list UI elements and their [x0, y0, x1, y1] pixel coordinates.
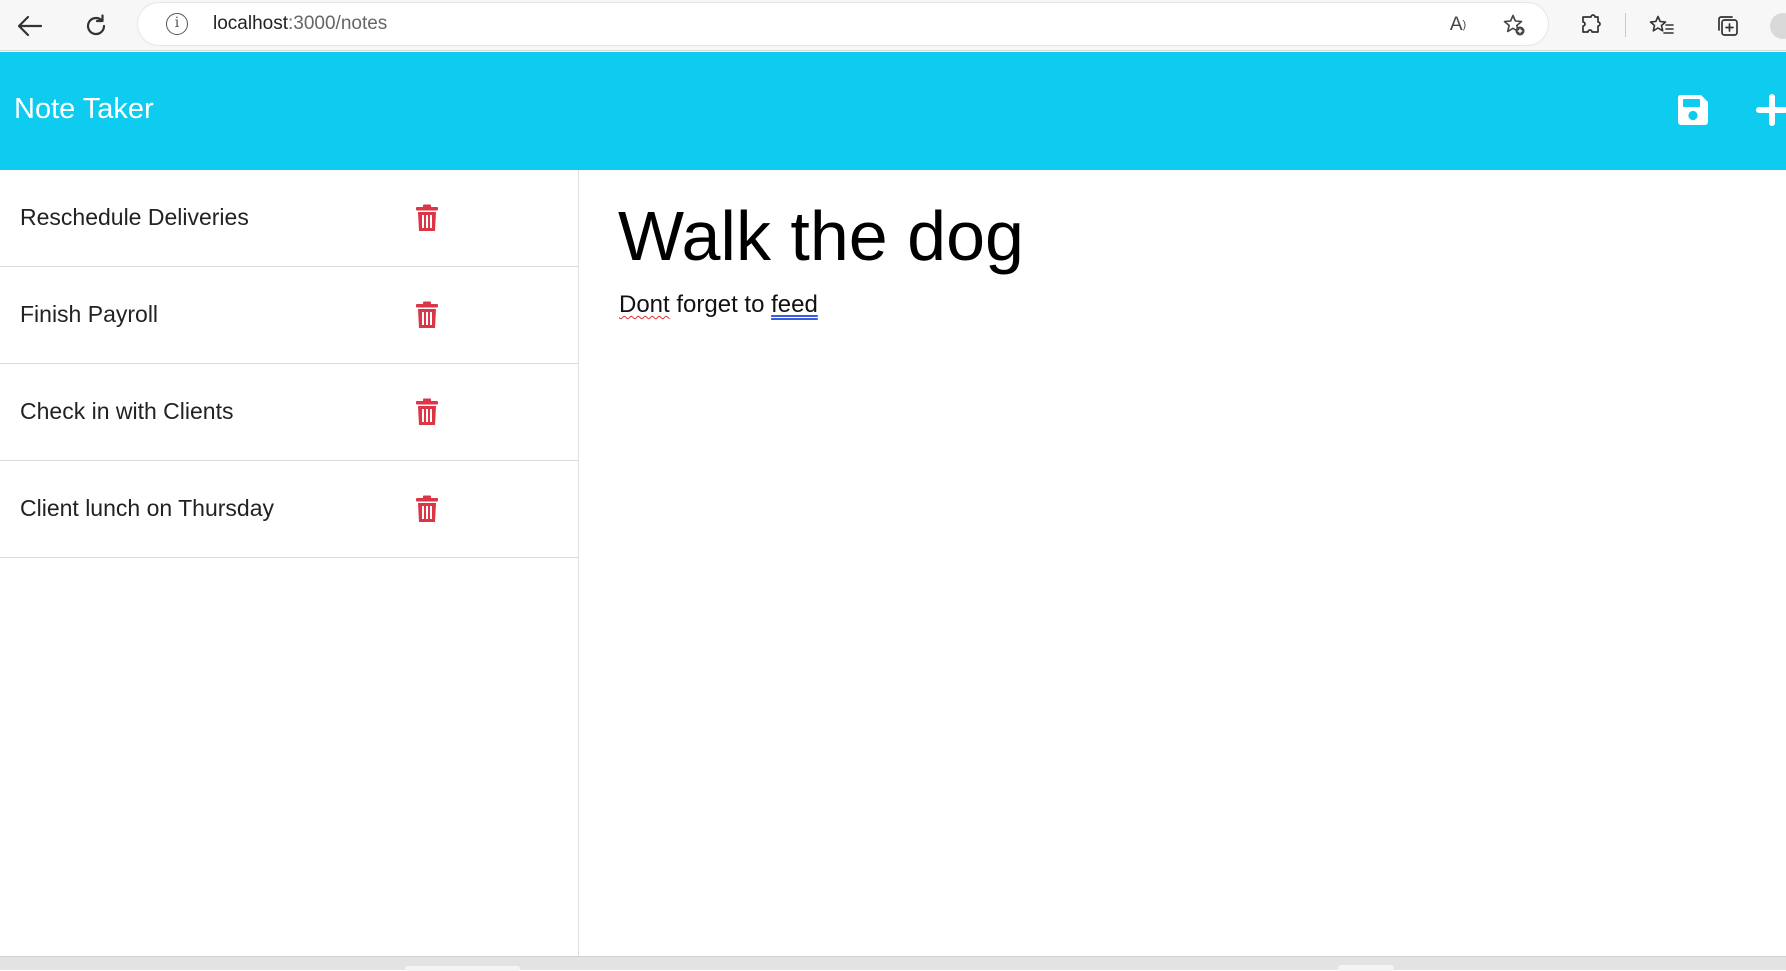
plus-icon [1756, 94, 1786, 126]
url-path: :3000/notes [288, 13, 388, 34]
delete-note-button[interactable] [414, 300, 440, 330]
note-list-item[interactable]: Client lunch on Thursday [0, 461, 578, 558]
note-text-word: forget to [669, 291, 772, 318]
note-list-title: Reschedule Deliveries [20, 204, 249, 230]
info-icon[interactable]: i [166, 13, 188, 35]
trash-icon [416, 398, 438, 425]
note-list-title: Finish Payroll [20, 301, 159, 327]
save-icon [1677, 95, 1708, 125]
profile-icon[interactable] [1770, 13, 1786, 39]
back-icon [17, 15, 43, 37]
horizontal-scrollbar[interactable] [0, 956, 1786, 971]
delete-note-button[interactable] [414, 203, 440, 233]
back-button[interactable] [10, 6, 50, 46]
url-text[interactable]: localhost:3000/notes [213, 13, 387, 35]
trash-icon [416, 301, 438, 328]
note-text-area[interactable]: Dont forget to feed [619, 291, 1719, 319]
note-list-title: Check in with Clients [20, 398, 234, 424]
new-note-button[interactable] [1750, 88, 1786, 132]
add-favorite-icon[interactable] [1498, 9, 1530, 41]
note-text-word: feed [771, 291, 818, 318]
delete-note-button[interactable] [414, 494, 440, 524]
app-header: Note Taker [0, 52, 1786, 170]
note-title-input[interactable]: Walk the dog [618, 190, 1718, 280]
read-aloud-icon[interactable]: A) [1442, 9, 1474, 41]
note-list-item[interactable]: Reschedule Deliveries [0, 170, 578, 267]
reload-icon [86, 14, 106, 36]
trash-icon [416, 204, 438, 231]
delete-note-button[interactable] [414, 397, 440, 427]
toolbar-divider [1625, 13, 1626, 37]
note-list-title: Client lunch on Thursday [20, 495, 274, 521]
note-editor: Walk the dog Dont forget to feed [580, 170, 1786, 956]
favorites-icon[interactable] [1644, 8, 1680, 44]
scrollbar-thumb[interactable] [405, 966, 520, 971]
note-text-word: Dont [619, 291, 670, 318]
app-title: Note Taker [14, 93, 154, 125]
trash-icon [416, 495, 438, 522]
address-bar[interactable]: i localhost:3000/notes A) [138, 3, 1548, 45]
notes-sidebar: Reschedule Deliveries Finish Payroll Che… [0, 170, 579, 956]
scrollbar-thumb[interactable] [1338, 965, 1394, 971]
extensions-icon[interactable] [1573, 8, 1609, 44]
save-note-button[interactable] [1671, 88, 1715, 132]
collections-icon[interactable] [1710, 8, 1746, 44]
reload-button[interactable] [76, 6, 116, 46]
note-list-item[interactable]: Finish Payroll [0, 267, 578, 364]
url-host: localhost [213, 13, 288, 34]
note-list-item[interactable]: Check in with Clients [0, 364, 578, 461]
browser-toolbar: i localhost:3000/notes A) [0, 0, 1786, 51]
